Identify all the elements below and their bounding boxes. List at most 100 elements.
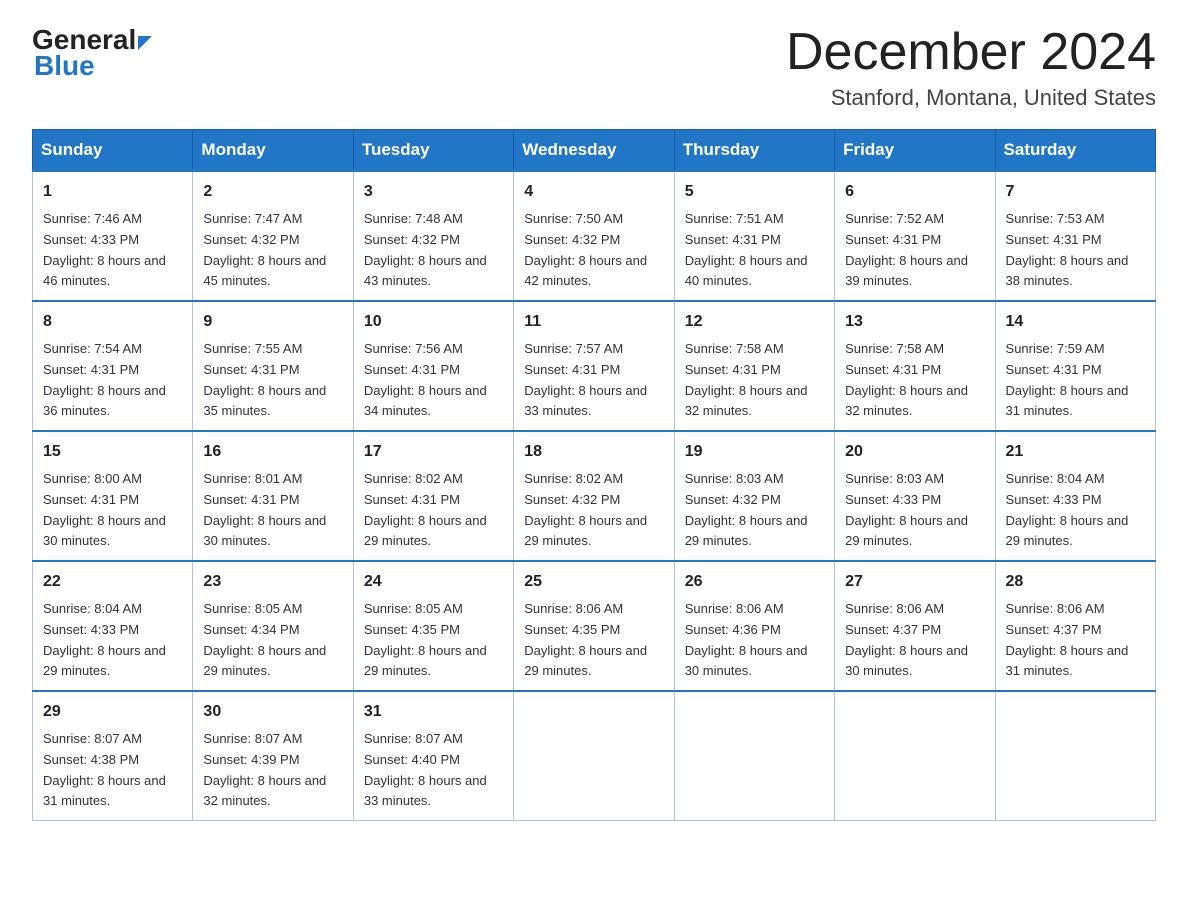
calendar-cell: 17 Sunrise: 8:02 AMSunset: 4:31 PMDayligh…	[353, 431, 513, 561]
calendar-cell: 18 Sunrise: 8:02 AMSunset: 4:32 PMDayligh…	[514, 431, 674, 561]
day-number: 17	[364, 440, 503, 465]
calendar-cell: 22Sunrise: 8:04 AMSunset: 4:33 PMDayligh…	[33, 561, 193, 691]
calendar-cell: 7 Sunrise: 7:53 AMSunset: 4:31 PMDaylight…	[995, 171, 1155, 301]
calendar-cell	[674, 691, 834, 820]
day-info: Sunrise: 8:02 AMSunset: 4:32 PMDaylight:…	[524, 469, 663, 552]
header-day-thursday: Thursday	[674, 130, 834, 172]
day-number: 21	[1006, 440, 1145, 465]
day-number: 31	[364, 700, 503, 725]
calendar-cell: 25 Sunrise: 8:06 AMSunset: 4:35 PMDayligh…	[514, 561, 674, 691]
calendar-cell	[995, 691, 1155, 820]
day-number: 12	[685, 310, 824, 335]
day-info: Sunrise: 8:04 AMSunset: 4:33 PMDaylight:…	[43, 599, 182, 682]
day-info: Sunrise: 7:48 AMSunset: 4:32 PMDaylight:…	[364, 209, 503, 292]
calendar-cell: 5Sunrise: 7:51 AMSunset: 4:31 PMDaylight…	[674, 171, 834, 301]
calendar-cell: 8Sunrise: 7:54 AMSunset: 4:31 PMDaylight…	[33, 301, 193, 431]
calendar-cell	[835, 691, 995, 820]
logo-blue: Blue	[32, 50, 152, 82]
day-info: Sunrise: 7:46 AMSunset: 4:33 PMDaylight:…	[43, 209, 182, 292]
day-info: Sunrise: 8:07 AMSunset: 4:40 PMDaylight:…	[364, 729, 503, 812]
day-number: 18	[524, 440, 663, 465]
day-info: Sunrise: 7:56 AMSunset: 4:31 PMDaylight:…	[364, 339, 503, 422]
day-number: 3	[364, 180, 503, 205]
calendar-cell: 19 Sunrise: 8:03 AMSunset: 4:32 PMDayligh…	[674, 431, 834, 561]
header-day-monday: Monday	[193, 130, 353, 172]
day-info: Sunrise: 8:04 AMSunset: 4:33 PMDaylight:…	[1006, 469, 1145, 552]
calendar-cell: 26 Sunrise: 8:06 AMSunset: 4:36 PMDayligh…	[674, 561, 834, 691]
week-row-1: 1Sunrise: 7:46 AMSunset: 4:33 PMDaylight…	[33, 171, 1156, 301]
calendar-cell: 4Sunrise: 7:50 AMSunset: 4:32 PMDaylight…	[514, 171, 674, 301]
week-row-2: 8Sunrise: 7:54 AMSunset: 4:31 PMDaylight…	[33, 301, 1156, 431]
day-info: Sunrise: 8:03 AMSunset: 4:32 PMDaylight:…	[685, 469, 824, 552]
day-number: 11	[524, 310, 663, 335]
header-day-sunday: Sunday	[33, 130, 193, 172]
calendar-cell: 14Sunrise: 7:59 AMSunset: 4:31 PMDayligh…	[995, 301, 1155, 431]
day-info: Sunrise: 7:50 AMSunset: 4:32 PMDaylight:…	[524, 209, 663, 292]
day-number: 16	[203, 440, 342, 465]
calendar-cell: 27Sunrise: 8:06 AMSunset: 4:37 PMDayligh…	[835, 561, 995, 691]
calendar-cell: 10 Sunrise: 7:56 AMSunset: 4:31 PMDayligh…	[353, 301, 513, 431]
day-number: 13	[845, 310, 984, 335]
day-number: 20	[845, 440, 984, 465]
calendar-cell	[514, 691, 674, 820]
calendar-cell: 16 Sunrise: 8:01 AMSunset: 4:31 PMDayligh…	[193, 431, 353, 561]
calendar-cell: 3 Sunrise: 7:48 AMSunset: 4:32 PMDaylight…	[353, 171, 513, 301]
calendar-cell: 29Sunrise: 8:07 AMSunset: 4:38 PMDayligh…	[33, 691, 193, 820]
header-day-wednesday: Wednesday	[514, 130, 674, 172]
day-number: 19	[685, 440, 824, 465]
calendar-cell: 28 Sunrise: 8:06 AMSunset: 4:37 PMDayligh…	[995, 561, 1155, 691]
day-number: 25	[524, 570, 663, 595]
header-day-friday: Friday	[835, 130, 995, 172]
title-block: December 2024 Stanford, Montana, United …	[786, 24, 1156, 111]
day-info: Sunrise: 8:05 AMSunset: 4:34 PMDaylight:…	[203, 599, 342, 682]
calendar-cell: 15Sunrise: 8:00 AMSunset: 4:31 PMDayligh…	[33, 431, 193, 561]
day-number: 7	[1006, 180, 1145, 205]
day-info: Sunrise: 8:07 AMSunset: 4:39 PMDaylight:…	[203, 729, 342, 812]
day-info: Sunrise: 8:06 AMSunset: 4:36 PMDaylight:…	[685, 599, 824, 682]
day-info: Sunrise: 7:58 AMSunset: 4:31 PMDaylight:…	[845, 339, 984, 422]
calendar-cell: 6Sunrise: 7:52 AMSunset: 4:31 PMDaylight…	[835, 171, 995, 301]
day-number: 27	[845, 570, 984, 595]
header-day-saturday: Saturday	[995, 130, 1155, 172]
week-row-4: 22Sunrise: 8:04 AMSunset: 4:33 PMDayligh…	[33, 561, 1156, 691]
week-row-5: 29Sunrise: 8:07 AMSunset: 4:38 PMDayligh…	[33, 691, 1156, 820]
calendar-table: SundayMondayTuesdayWednesdayThursdayFrid…	[32, 129, 1156, 821]
day-number: 29	[43, 700, 182, 725]
calendar-cell: 30 Sunrise: 8:07 AMSunset: 4:39 PMDayligh…	[193, 691, 353, 820]
logo-triangle-icon	[138, 36, 152, 50]
week-row-3: 15Sunrise: 8:00 AMSunset: 4:31 PMDayligh…	[33, 431, 1156, 561]
day-info: Sunrise: 8:05 AMSunset: 4:35 PMDaylight:…	[364, 599, 503, 682]
day-number: 15	[43, 440, 182, 465]
day-number: 10	[364, 310, 503, 335]
day-info: Sunrise: 7:54 AMSunset: 4:31 PMDaylight:…	[43, 339, 182, 422]
calendar-cell: 9Sunrise: 7:55 AMSunset: 4:31 PMDaylight…	[193, 301, 353, 431]
day-info: Sunrise: 7:57 AMSunset: 4:31 PMDaylight:…	[524, 339, 663, 422]
calendar-cell: 11 Sunrise: 7:57 AMSunset: 4:31 PMDayligh…	[514, 301, 674, 431]
header-day-tuesday: Tuesday	[353, 130, 513, 172]
day-number: 14	[1006, 310, 1145, 335]
day-info: Sunrise: 8:03 AMSunset: 4:33 PMDaylight:…	[845, 469, 984, 552]
page-header: General Blue December 2024 Stanford, Mon…	[32, 24, 1156, 111]
day-number: 30	[203, 700, 342, 725]
calendar-cell: 24Sunrise: 8:05 AMSunset: 4:35 PMDayligh…	[353, 561, 513, 691]
day-info: Sunrise: 7:53 AMSunset: 4:31 PMDaylight:…	[1006, 209, 1145, 292]
day-info: Sunrise: 8:01 AMSunset: 4:31 PMDaylight:…	[203, 469, 342, 552]
logo: General Blue	[32, 24, 152, 82]
day-info: Sunrise: 8:02 AMSunset: 4:31 PMDaylight:…	[364, 469, 503, 552]
day-number: 28	[1006, 570, 1145, 595]
day-info: Sunrise: 7:55 AMSunset: 4:31 PMDaylight:…	[203, 339, 342, 422]
day-number: 5	[685, 180, 824, 205]
calendar-cell: 13 Sunrise: 7:58 AMSunset: 4:31 PMDayligh…	[835, 301, 995, 431]
calendar-cell: 31 Sunrise: 8:07 AMSunset: 4:40 PMDayligh…	[353, 691, 513, 820]
day-info: Sunrise: 8:06 AMSunset: 4:37 PMDaylight:…	[1006, 599, 1145, 682]
calendar-cell: 1Sunrise: 7:46 AMSunset: 4:33 PMDaylight…	[33, 171, 193, 301]
calendar-cell: 20 Sunrise: 8:03 AMSunset: 4:33 PMDayligh…	[835, 431, 995, 561]
calendar-cell: 12Sunrise: 7:58 AMSunset: 4:31 PMDayligh…	[674, 301, 834, 431]
day-number: 26	[685, 570, 824, 595]
day-info: Sunrise: 8:06 AMSunset: 4:35 PMDaylight:…	[524, 599, 663, 682]
day-number: 23	[203, 570, 342, 595]
day-info: Sunrise: 7:52 AMSunset: 4:31 PMDaylight:…	[845, 209, 984, 292]
calendar-subtitle: Stanford, Montana, United States	[786, 85, 1156, 111]
day-number: 2	[203, 180, 342, 205]
calendar-cell: 2Sunrise: 7:47 AMSunset: 4:32 PMDaylight…	[193, 171, 353, 301]
